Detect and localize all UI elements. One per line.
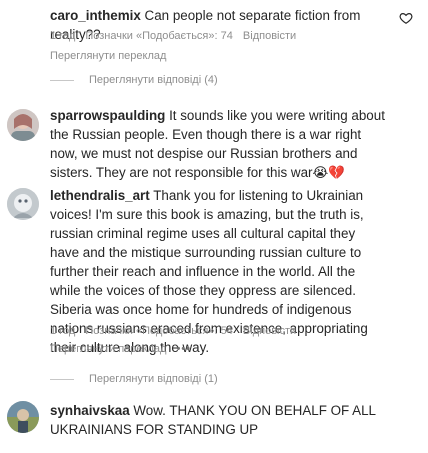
avatar[interactable] xyxy=(7,109,39,141)
divider-line xyxy=(50,79,74,81)
avatar[interactable] xyxy=(7,188,39,220)
see-translation-button[interactable]: Переглянути переклад xyxy=(50,50,166,62)
divider-line xyxy=(50,378,74,380)
comment-username[interactable]: sparrowspaulding xyxy=(50,108,165,123)
see-translation-button[interactable]: Переглянути переклад xyxy=(50,343,166,355)
comment-time: 1 год xyxy=(50,325,76,337)
likes-count[interactable]: Позначки «Подобається»: 74 xyxy=(85,30,233,42)
comment-meta-2: Переглянути переклад ••• xyxy=(50,343,198,355)
view-replies-label: Переглянути відповіді (1) xyxy=(89,373,218,385)
view-replies-button[interactable]: Переглянути відповіді (4) xyxy=(50,74,218,86)
view-replies-label: Переглянути відповіді (4) xyxy=(89,74,218,86)
comment-meta: 1 год Позначки «Подобається»: 54 Відпові… xyxy=(50,325,303,337)
comment-username[interactable]: synhaivskaa xyxy=(50,403,130,418)
comment-body: synhaivskaa Wow. THANK YOU ON BEHALF OF … xyxy=(50,401,386,439)
avatar[interactable] xyxy=(7,401,39,433)
comment-meta-2: Переглянути переклад xyxy=(50,50,173,62)
likes-count[interactable]: Позначки «Подобається»: 54 xyxy=(85,325,233,337)
reply-button[interactable]: Відповісти xyxy=(243,30,296,42)
comment-meta: 1 год Позначки «Подобається»: 74 Відпові… xyxy=(50,30,303,42)
reply-button[interactable]: Відповісти xyxy=(243,325,296,337)
comment-body: sparrowspaulding It sounds like you were… xyxy=(50,106,386,182)
heart-icon[interactable] xyxy=(399,11,413,25)
comment-username[interactable]: lethendralis_art xyxy=(50,188,150,203)
comments-list: caro_inthemix Can people not separate fi… xyxy=(0,0,428,453)
comment-username[interactable]: caro_inthemix xyxy=(50,8,141,23)
comment-time: 1 год xyxy=(50,30,76,42)
more-options-icon[interactable]: ••• xyxy=(176,343,191,355)
view-replies-button[interactable]: Переглянути відповіді (1) xyxy=(50,373,218,385)
